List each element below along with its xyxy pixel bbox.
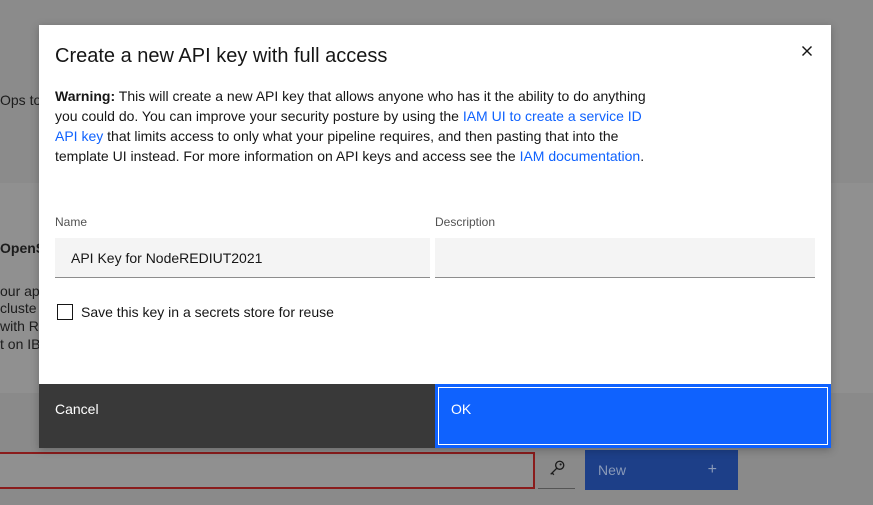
name-input[interactable]: [55, 238, 430, 278]
description-input[interactable]: [435, 238, 815, 278]
name-label: Name: [55, 215, 88, 229]
close-icon: [801, 44, 813, 62]
key-button[interactable]: [538, 452, 575, 489]
description-label: Description: [435, 215, 496, 229]
save-key-checkbox[interactable]: [57, 304, 73, 320]
warning-text: .: [640, 148, 645, 164]
close-button[interactable]: [791, 37, 823, 69]
warning-label: Warning:: [55, 88, 116, 104]
new-button-label: New: [598, 462, 627, 478]
iam-documentation-link[interactable]: IAM documentation: [520, 148, 641, 164]
warning-message: Warning: This will create a new API key …: [55, 86, 667, 166]
save-key-checkbox-label[interactable]: Save this key in a secrets store for reu…: [81, 304, 334, 320]
save-key-checkbox-row[interactable]: Save this key in a secrets store for reu…: [57, 304, 334, 320]
background-text: cluste: [0, 300, 37, 316]
cancel-button[interactable]: Cancel: [39, 384, 435, 448]
plus-icon: +: [707, 461, 717, 478]
api-key-input[interactable]: [0, 452, 535, 489]
ok-button[interactable]: OK: [435, 384, 831, 448]
create-api-key-dialog: Create a new API key with full access Wa…: [39, 25, 831, 448]
key-icon: [548, 459, 566, 482]
new-button[interactable]: New +: [585, 450, 738, 490]
dialog-title: Create a new API key with full access: [55, 45, 388, 67]
background-text: t on IB: [0, 336, 41, 352]
